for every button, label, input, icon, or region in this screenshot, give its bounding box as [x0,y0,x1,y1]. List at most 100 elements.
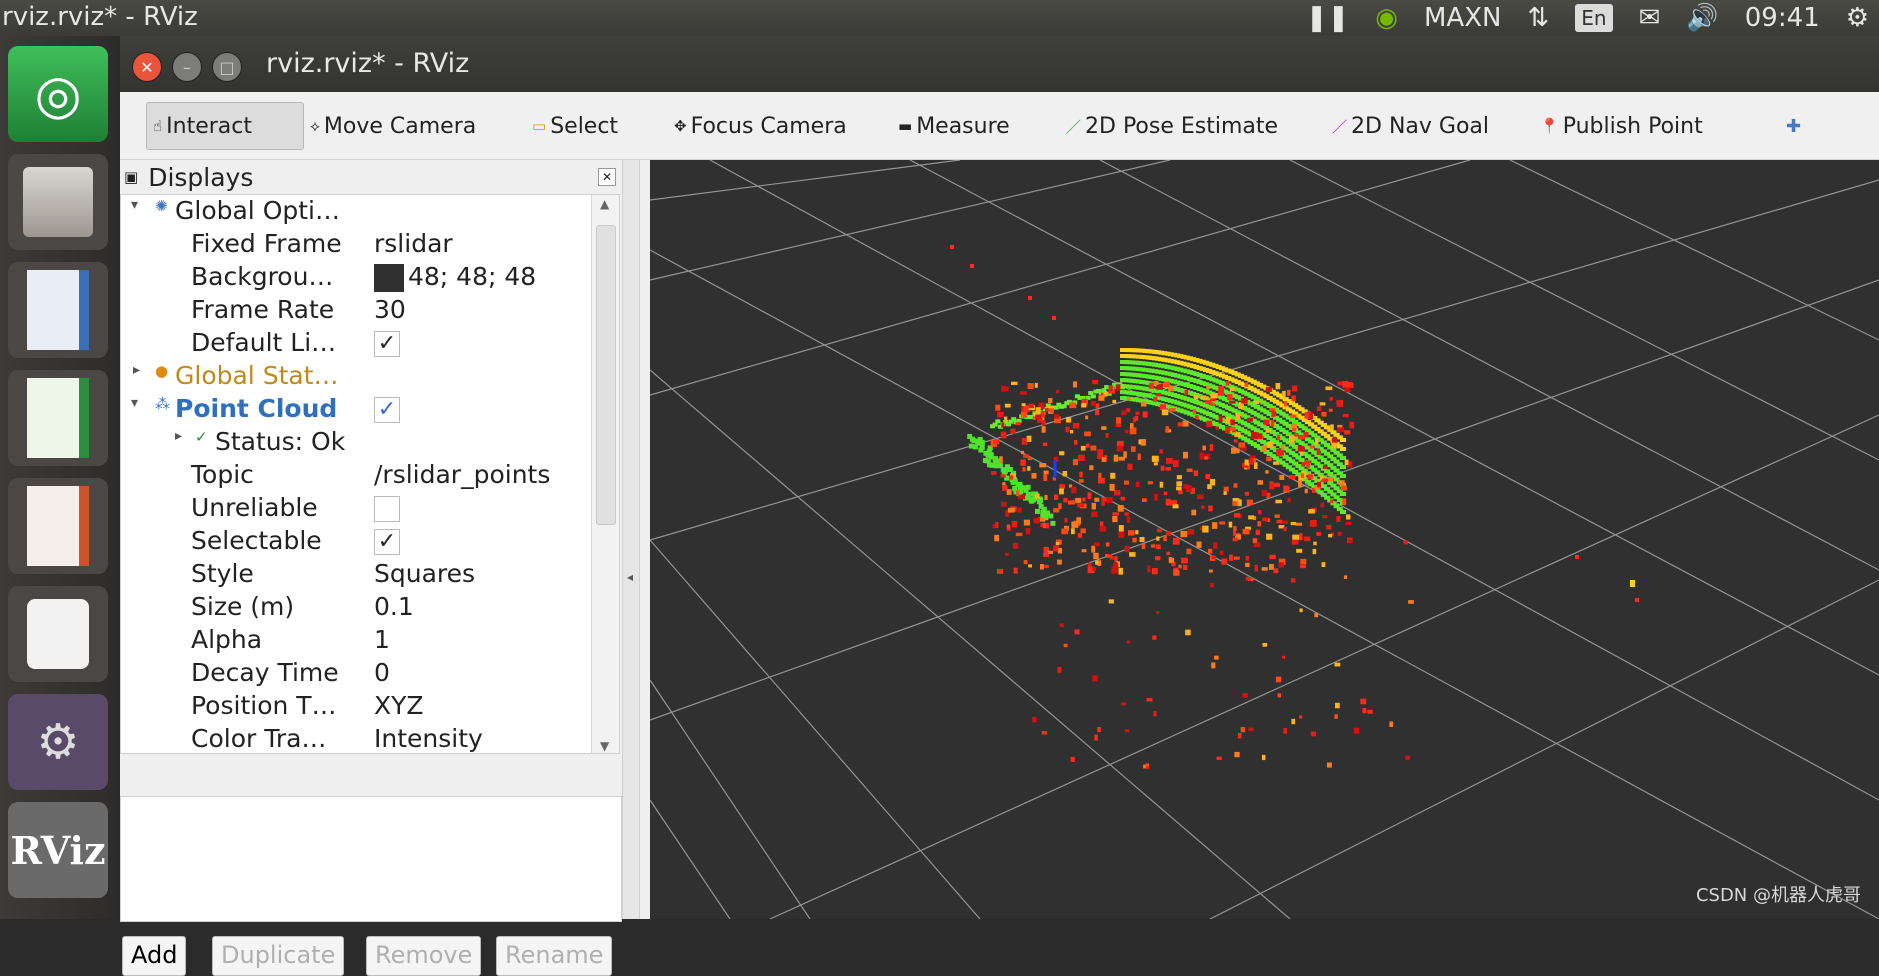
tree-row-selectable[interactable]: Selectable ✓ [121,525,591,558]
software-center-bag-icon[interactable] [8,586,108,682]
tree-row-color-transformer[interactable]: Color Tra… Intensity [121,723,591,753]
clock[interactable]: 09:41 [1745,3,1820,33]
transfer-arrows-icon[interactable]: ⇅ [1527,3,1549,33]
tree-row-status[interactable]: ▸ ✓ Status: Ok [121,426,591,459]
tree-row-fixed-frame[interactable]: Fixed Frame rslidar [121,228,591,261]
selectable-checkbox[interactable]: ✓ [374,529,400,555]
expand-arrow-icon[interactable]: ▸ [133,362,140,378]
cloud-point [1009,475,1014,480]
cloud-point [1316,532,1322,536]
tree-row-topic[interactable]: Topic /rslidar_points [121,459,591,492]
cloud-point [1153,396,1157,402]
3d-render-viewport[interactable]: CSDN @机器人虎哥 [650,160,1879,919]
duplicate-display-button[interactable]: Duplicate [212,936,345,976]
tree-row-decay-time[interactable]: Decay Time 0 [121,657,591,690]
point-cloud-scene[interactable] [650,160,1879,919]
tree-row-point-cloud[interactable]: ▾ ⁂ Point Cloud ✓ [121,393,591,426]
cloud-point [1070,756,1075,762]
rename-display-button[interactable]: Rename [496,936,613,976]
close-window-button[interactable]: ✕ [132,52,162,82]
maximize-window-button[interactable]: □ [212,52,242,82]
scrollbar-thumb[interactable] [596,225,616,525]
add-tool-plus-icon[interactable]: ✚ [1786,102,1801,150]
cloud-point [1210,394,1218,399]
volume-icon[interactable]: 🔊 [1686,3,1718,33]
collapse-arrow-icon[interactable]: ▾ [131,395,138,411]
cloud-point [1275,383,1281,390]
publish-point-tool-button[interactable]: 📍 Publish Point [1540,102,1703,150]
cloud-point [1389,721,1394,727]
cloud-point [1067,500,1075,505]
cloud-point [995,404,1001,411]
keyboard-language-indicator[interactable]: En [1575,4,1613,32]
close-panel-button[interactable]: ✕ [598,168,616,186]
color-swatch[interactable] [374,264,404,292]
network-activity-icon[interactable]: ❚❚ [1306,3,1350,33]
minimize-window-button[interactable]: – [172,52,202,82]
cloud-point [1126,516,1131,523]
cloud-point [1269,554,1276,560]
cloud-point [1015,532,1023,537]
cloud-point [1276,519,1283,524]
cloud-point [1321,562,1326,568]
cloud-point [1299,451,1304,456]
tree-row-background[interactable]: Backgrou… 48; 48; 48 [121,261,591,294]
gpu-mode-label[interactable]: MAXN [1424,3,1501,33]
file-cabinet-icon[interactable] [8,154,108,250]
point-cloud-enable-checkbox[interactable]: ✓ [374,397,400,423]
tree-row-default-light[interactable]: Default Li… ✓ [121,327,591,360]
impress-presentation-icon[interactable] [8,478,108,574]
cloud-point [1123,451,1127,459]
tree-row-style[interactable]: Style Squares [121,558,591,591]
collapse-left-icon[interactable]: ◂ [627,570,633,584]
ubuntu-dash-icon[interactable]: ◎ [8,46,108,142]
tree-row-unreliable[interactable]: Unreliable [121,492,591,525]
unreliable-checkbox[interactable] [374,496,400,522]
tree-row-alpha[interactable]: Alpha 1 [121,624,591,657]
writer-document-icon[interactable] [8,262,108,358]
cloud-point [1001,501,1007,507]
cloud-point [1057,547,1063,554]
expand-arrow-icon[interactable]: ▸ [175,428,182,444]
mail-icon[interactable]: ✉ [1639,3,1661,33]
2d-pose-estimate-tool-button[interactable]: ／ 2D Pose Estimate [1066,102,1278,150]
collapse-arrow-icon[interactable]: ▾ [131,197,138,213]
tree-row-size[interactable]: Size (m) 0.1 [121,591,591,624]
add-display-button[interactable]: Add [122,936,187,976]
cloud-point [1025,528,1031,535]
cloud-point [1118,567,1123,575]
scroll-down-icon[interactable]: ▼ [600,739,609,753]
2d-nav-goal-tool-button[interactable]: ／ 2D Nav Goal [1332,102,1489,150]
window-title-bar[interactable]: ✕ – □ rviz.rviz* - RViz [120,36,1879,92]
select-tool-button[interactable]: ▭ Select [532,102,618,150]
cloud-point [1000,474,1006,478]
displays-tree[interactable]: ▾ ✺ Global Opti… Fixed Frame rslidar Bac… [120,194,620,754]
focus-camera-tool-button[interactable]: ✥ Focus Camera [674,102,847,150]
cloud-point [1059,488,1064,495]
settings-gear-icon[interactable]: ⚙ [1846,3,1869,33]
default-light-checkbox[interactable]: ✓ [374,331,400,357]
interact-tool-button[interactable]: ☝ Interact [146,102,304,150]
scroll-up-icon[interactable]: ▲ [600,197,609,211]
cloud-point [1047,405,1054,409]
panel-splitter[interactable]: ◂ [622,160,640,919]
cloud-point [1115,384,1121,391]
cloud-point [1099,525,1107,532]
measure-tool-button[interactable]: ▬ Measure [898,102,1010,150]
cloud-point [1280,450,1284,456]
remove-display-button[interactable]: Remove [366,936,482,976]
move-camera-tool-button[interactable]: ⟡ Move Camera [310,102,476,150]
cloud-point [1342,498,1347,506]
tree-scrollbar[interactable]: ▲ ▼ [591,195,619,753]
cloud-point [1155,392,1162,397]
displays-title: Displays [148,162,254,192]
calc-spreadsheet-icon[interactable] [8,370,108,466]
system-settings-tools-icon[interactable]: ⚙ [8,694,108,790]
tree-row-position-transformer[interactable]: Position T… XYZ [121,690,591,723]
tree-row-global-status[interactable]: ▸ ● Global Stat… [121,360,591,393]
nvidia-icon[interactable]: ◉ [1375,3,1398,33]
cloud-point [1141,498,1147,502]
tree-row-global-options[interactable]: ▾ ✺ Global Opti… [121,195,591,228]
tree-row-frame-rate[interactable]: Frame Rate 30 [121,294,591,327]
rviz-app-icon[interactable]: RViz [8,802,108,898]
